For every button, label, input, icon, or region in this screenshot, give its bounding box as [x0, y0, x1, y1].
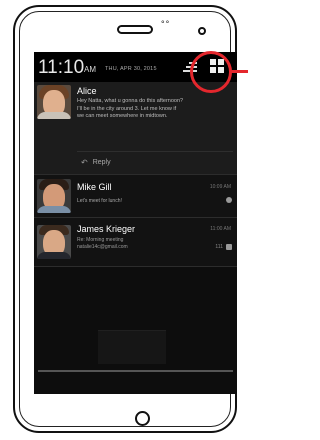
- earpiece-speaker: [117, 25, 153, 34]
- empty-panel: [98, 330, 166, 364]
- notification-shade: 11:10 AM THU, APR 30, 2015 Alice Hey Nat…: [34, 52, 237, 394]
- clock-ampm: AM: [84, 65, 96, 74]
- highlight-pointer: [231, 70, 248, 73]
- reply-button[interactable]: ↶ Reply: [81, 155, 111, 169]
- highlight-circle: [190, 51, 232, 93]
- notification-mike-gill[interactable]: Mike Gill 10:09 AM Let's meet for lunch!: [34, 175, 237, 218]
- notification-message: Let's meet for lunch!: [77, 198, 122, 204]
- avatar: [37, 179, 71, 213]
- shade-drag-handle[interactable]: [38, 370, 233, 372]
- reply-label: Reply: [92, 158, 111, 166]
- notification-alice[interactable]: Alice Hey Natta, what u gonna do this af…: [34, 82, 237, 175]
- notification-time: 10:09 AM: [209, 184, 231, 190]
- clock-date: THU, APR 30, 2015: [105, 66, 157, 72]
- notification-time: 11:00 AM: [210, 226, 231, 232]
- hangouts-icon: [226, 197, 232, 203]
- notification-title: James Krieger: [77, 224, 136, 234]
- unread-count: 111: [215, 244, 223, 250]
- notification-message: Hey Natta, what u gonna do this afternoo…: [77, 98, 184, 119]
- sensor-dots: °°: [161, 19, 171, 29]
- notification-subject: Re: Morning meeting: [77, 237, 124, 243]
- notification-title: Mike Gill: [77, 182, 112, 192]
- notification-email: natalie14c@gmail.com: [77, 244, 128, 250]
- reply-arrow-icon: ↶: [81, 157, 88, 167]
- avatar: [37, 85, 71, 119]
- home-button[interactable]: [135, 411, 150, 426]
- email-icon: [226, 244, 232, 250]
- clock-time: 11:10: [38, 57, 85, 78]
- front-camera: [198, 27, 206, 35]
- notification-title: Alice: [77, 86, 97, 96]
- avatar: [37, 225, 71, 259]
- notification-james-krieger[interactable]: James Krieger 11:00 AM Re: Morning meeti…: [34, 218, 237, 267]
- divider: [77, 151, 233, 152]
